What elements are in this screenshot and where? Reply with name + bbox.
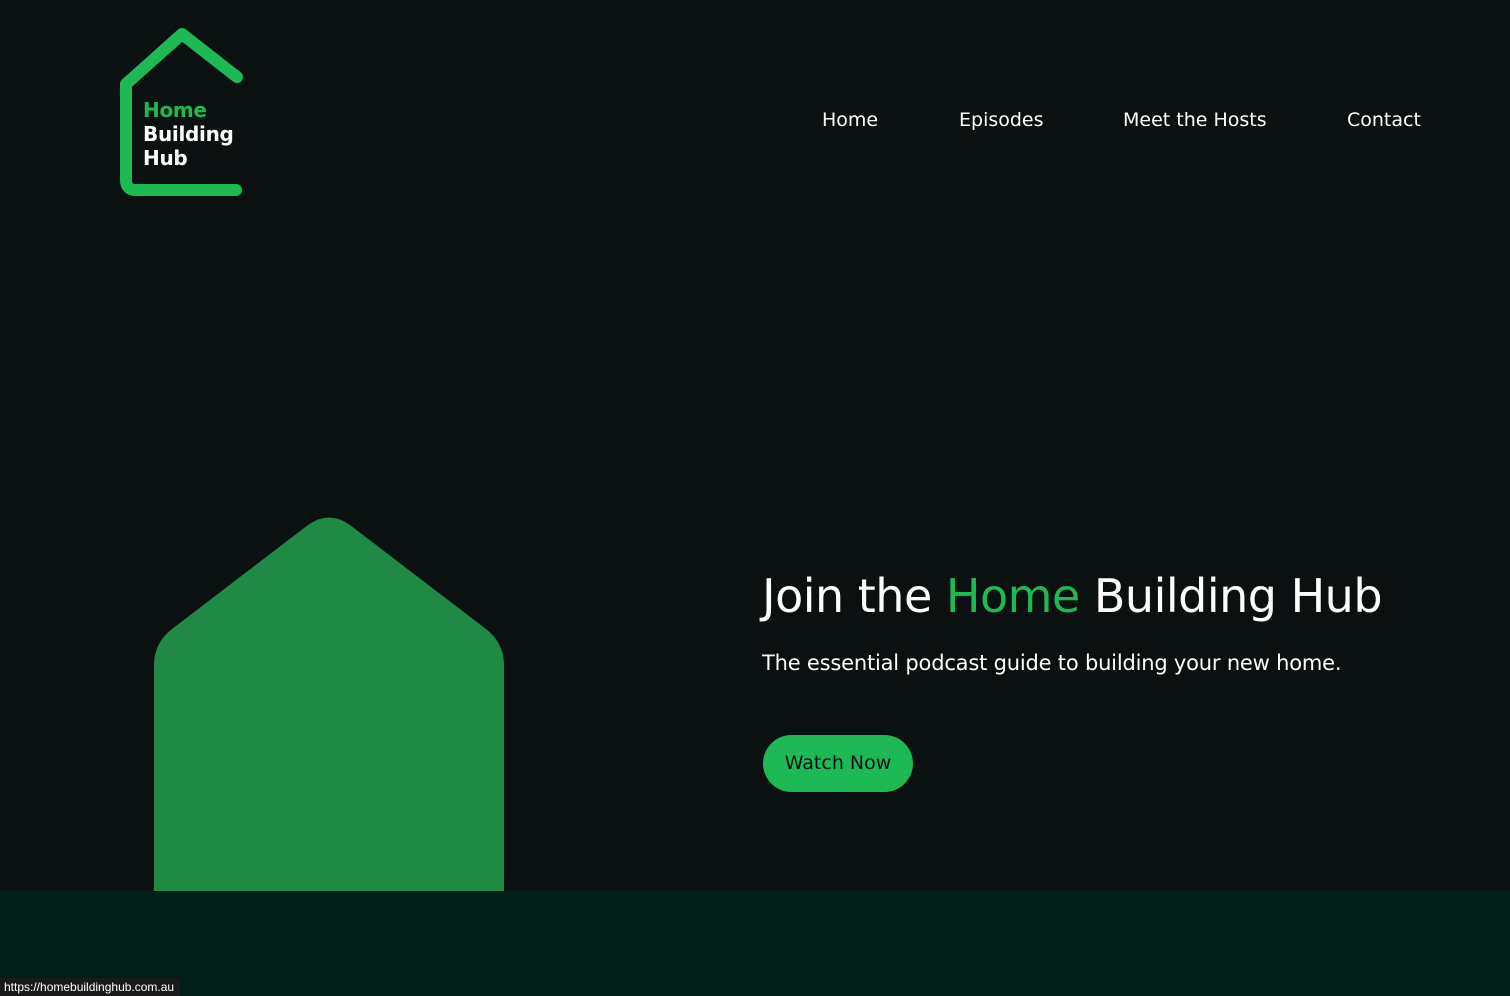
- hero-title-part1: Join the: [762, 569, 946, 623]
- status-bar-url: https://homebuildinghub.com.au: [0, 978, 181, 996]
- hero-title: Join the Home Building Hub: [762, 566, 1383, 626]
- nav-link-home[interactable]: Home: [822, 106, 878, 134]
- hero-title-accent: Home: [945, 569, 1080, 623]
- nav-link-contact[interactable]: Contact: [1347, 106, 1421, 134]
- page: Home Building Hub Home Episodes Meet the…: [0, 0, 1510, 996]
- hero-title-part2: Building Hub: [1079, 569, 1383, 623]
- house-shape-icon: [150, 515, 508, 891]
- nav-link-meet-the-hosts[interactable]: Meet the Hosts: [1123, 106, 1267, 134]
- watch-now-button[interactable]: Watch Now: [763, 735, 913, 792]
- nav-link-episodes[interactable]: Episodes: [959, 106, 1044, 134]
- next-section-band: [0, 891, 1510, 996]
- logo-word-hub: Hub: [143, 146, 188, 170]
- hero-subtitle: The essential podcast guide to building …: [762, 651, 1342, 675]
- main-nav: Home Episodes Meet the Hosts Contact: [0, 106, 1510, 136]
